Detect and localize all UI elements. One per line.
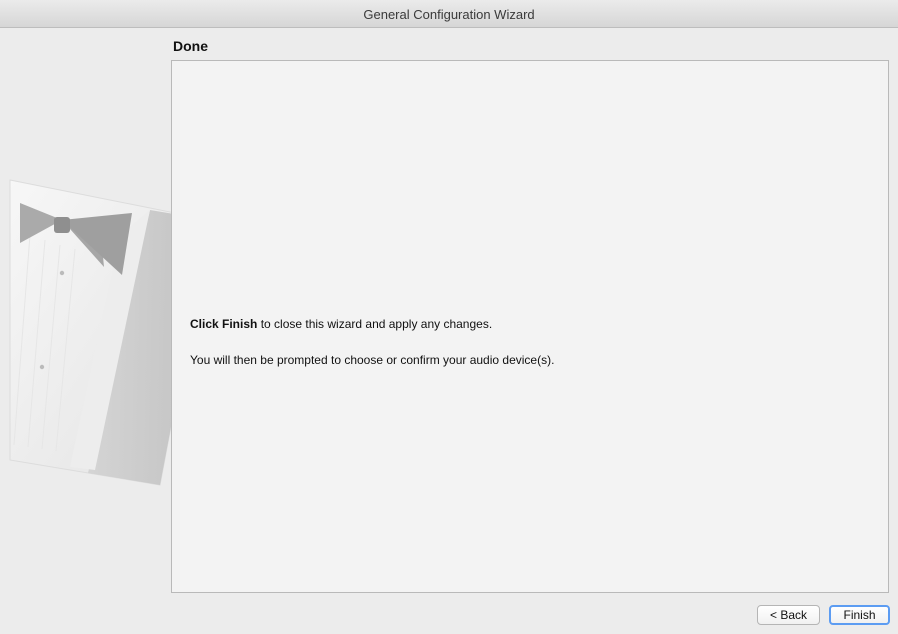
window-title: General Configuration Wizard bbox=[363, 7, 535, 22]
page-title: Done bbox=[173, 38, 208, 54]
instruction-text: Click Finish to close this wizard and ap… bbox=[190, 317, 492, 331]
prompt-text: You will then be prompted to choose or c… bbox=[190, 353, 555, 367]
finish-button[interactable]: Finish bbox=[829, 605, 890, 625]
click-finish-bold: Click Finish bbox=[190, 317, 258, 331]
content-panel: Click Finish to close this wizard and ap… bbox=[171, 60, 889, 593]
wizard-window: General Configuration Wizard Done Click … bbox=[0, 0, 898, 634]
title-bar[interactable]: General Configuration Wizard bbox=[0, 0, 898, 28]
back-button[interactable]: < Back bbox=[757, 605, 820, 625]
instruction-rest: to close this wizard and apply any chang… bbox=[257, 317, 493, 331]
